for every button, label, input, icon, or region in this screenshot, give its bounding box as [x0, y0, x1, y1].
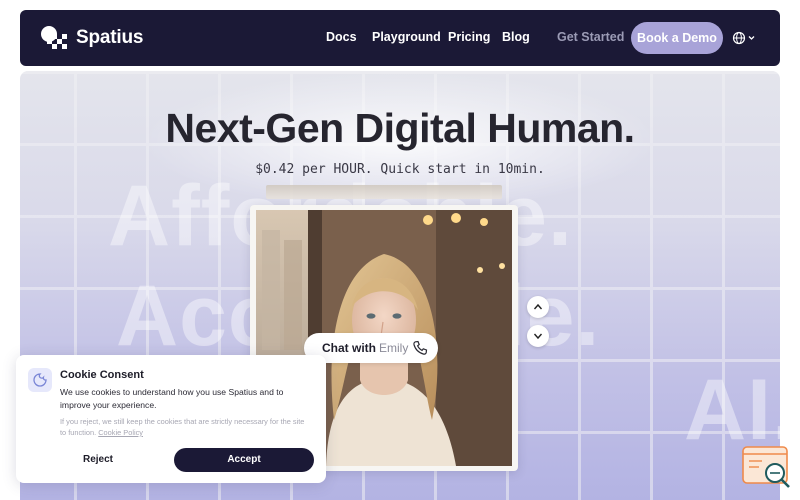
get-started-link[interactable]: Get Started [557, 30, 624, 44]
cookie-policy-link[interactable]: Cookie Policy [98, 428, 143, 437]
hero-subtitle: $0.42 per HOUR. Quick start in 10min. [255, 162, 545, 177]
nav-link-playground[interactable]: Playground [372, 30, 441, 44]
logo-icon [41, 26, 67, 49]
brand-logo[interactable]: Spatius [40, 25, 160, 51]
nav-link-blog[interactable]: Blog [502, 30, 530, 44]
language-selector[interactable] [732, 31, 758, 45]
cookie-title: Cookie Consent [60, 369, 144, 381]
chat-avatar-name: Emily [379, 341, 409, 355]
scroll-up-button[interactable] [527, 296, 549, 318]
cookie-description: We use cookies to understand how you use… [60, 387, 284, 410]
cookie-note: If you reject, we still keep the cookies… [60, 417, 305, 437]
brand-name: Spatius [76, 27, 144, 48]
top-nav: Spatius Docs Playground Pricing Blog Get… [20, 10, 780, 66]
support-widget[interactable] [742, 446, 792, 490]
stacked-card-edge [266, 185, 502, 199]
chat-search-icon [742, 446, 790, 488]
nav-link-docs[interactable]: Docs [326, 30, 357, 44]
globe-icon [732, 31, 755, 45]
nav-link-pricing[interactable]: Pricing [448, 30, 490, 44]
hero-title: Next-Gen Digital Human. [165, 105, 635, 151]
chevron-down-icon [533, 333, 543, 340]
phone-icon [413, 340, 428, 355]
chevron-down-icon [748, 36, 755, 40]
chat-label: Chat with Emily [322, 341, 409, 355]
accept-cookies-button[interactable]: Accept [174, 448, 314, 472]
chevron-up-icon [533, 303, 543, 310]
book-demo-button[interactable]: Book a Demo [631, 22, 723, 54]
cookie-consent-dialog: Cookie Consent We use cookies to underst… [16, 355, 326, 483]
cookie-icon [28, 368, 52, 392]
scroll-down-button[interactable] [527, 325, 549, 347]
reject-cookies-button[interactable]: Reject [66, 449, 130, 471]
